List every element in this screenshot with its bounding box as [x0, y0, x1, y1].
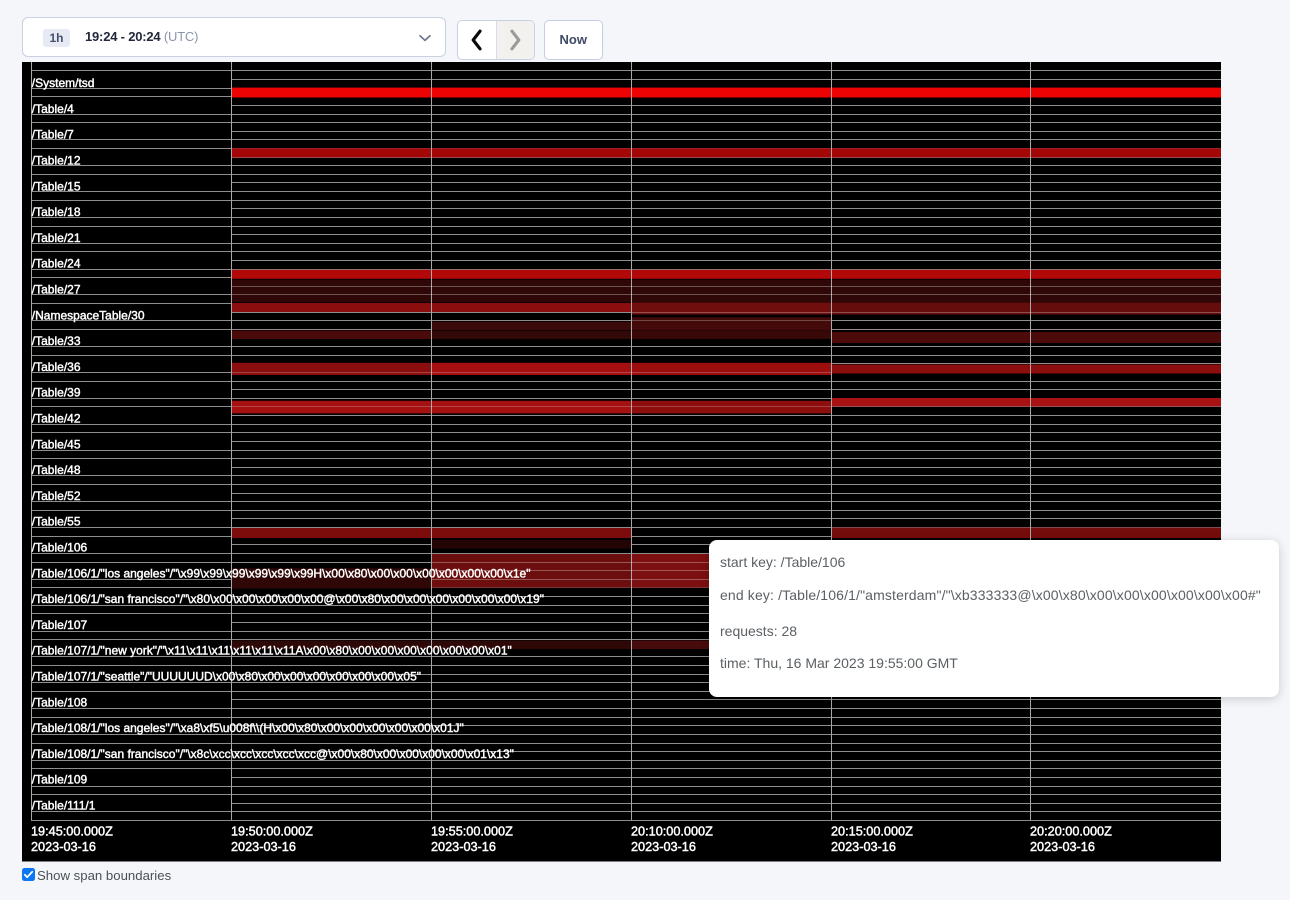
svg-text:/Table/48: /Table/48	[32, 463, 81, 477]
svg-text:/Table/45: /Table/45	[32, 437, 81, 451]
svg-text:2023-03-16: 2023-03-16	[831, 840, 896, 854]
svg-text:/Table/107/1/"new york"/"\x11\: /Table/107/1/"new york"/"\x11\x11\x11\x1…	[32, 644, 512, 658]
svg-text:/Table/107: /Table/107	[32, 618, 88, 632]
svg-text:/Table/108/1/"los angeles"/"\x: /Table/108/1/"los angeles"/"\xa8\xf5\u00…	[32, 721, 464, 735]
svg-text:/Table/108: /Table/108	[32, 695, 88, 709]
svg-text:/Table/27: /Table/27	[32, 283, 81, 297]
svg-text:/Table/24: /Table/24	[32, 257, 81, 271]
svg-text:20:10:00.000Z: 20:10:00.000Z	[631, 825, 713, 839]
svg-text:/Table/4: /Table/4	[32, 102, 74, 116]
svg-text:19:55:00.000Z: 19:55:00.000Z	[431, 825, 513, 839]
svg-text:2023-03-16: 2023-03-16	[231, 840, 296, 854]
svg-text:2023-03-16: 2023-03-16	[1030, 840, 1095, 854]
svg-text:/Table/33: /Table/33	[32, 334, 81, 348]
svg-text:/Table/106: /Table/106	[32, 541, 88, 555]
svg-text:2023-03-16: 2023-03-16	[631, 840, 696, 854]
svg-text:/NamespaceTable/30: /NamespaceTable/30	[32, 308, 145, 322]
svg-text:/Table/18: /Table/18	[32, 205, 81, 219]
svg-text:/Table/107/1/"seattle"/"UUUUUU: /Table/107/1/"seattle"/"UUUUUUD\x00\x80\…	[32, 670, 421, 684]
svg-text:20:20:00.000Z: 20:20:00.000Z	[1030, 825, 1112, 839]
svg-text:/Table/106/1/"san francisco"/": /Table/106/1/"san francisco"/"\x80\x00\x…	[32, 592, 544, 606]
svg-text:19:50:00.000Z: 19:50:00.000Z	[231, 825, 313, 839]
svg-text:/Table/52: /Table/52	[32, 489, 81, 503]
svg-text:19:45:00.000Z: 19:45:00.000Z	[31, 825, 113, 839]
svg-text:/System/tsd: /System/tsd	[32, 76, 95, 90]
svg-text:/Table/55: /Table/55	[32, 515, 81, 529]
svg-text:/Table/111/1: /Table/111/1	[32, 799, 96, 813]
svg-text:/Table/15: /Table/15	[32, 179, 81, 193]
svg-text:/Table/7: /Table/7	[32, 128, 74, 142]
svg-text:/Table/109: /Table/109	[32, 773, 88, 787]
svg-text:/Table/36: /Table/36	[32, 360, 81, 374]
svg-text:/Table/108/1/"san francisco"/": /Table/108/1/"san francisco"/"\x8c\xcc\x…	[32, 747, 514, 761]
svg-text:/Table/39: /Table/39	[32, 386, 81, 400]
svg-text:/Table/42: /Table/42	[32, 412, 81, 426]
svg-text:/Table/106/1/"los angeles"/"\x: /Table/106/1/"los angeles"/"\x99\x99\x99…	[32, 566, 531, 580]
svg-text:2023-03-16: 2023-03-16	[31, 840, 96, 854]
svg-text:/Table/12: /Table/12	[32, 154, 81, 168]
svg-text:2023-03-16: 2023-03-16	[431, 840, 496, 854]
svg-text:/Table/21: /Table/21	[32, 231, 81, 245]
svg-text:20:15:00.000Z: 20:15:00.000Z	[831, 825, 913, 839]
